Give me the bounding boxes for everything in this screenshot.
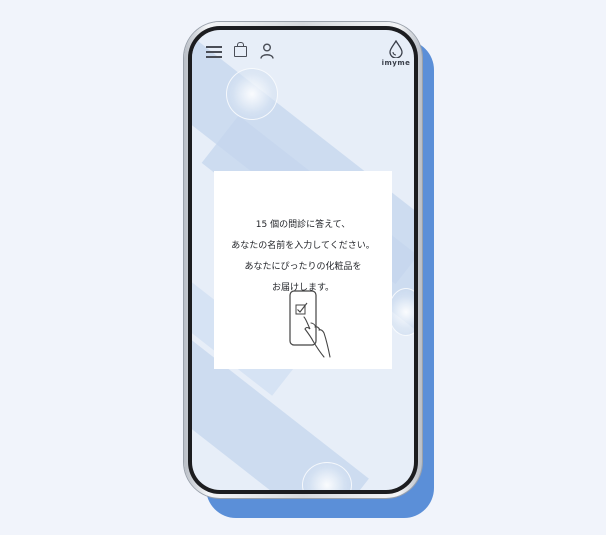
hand-tapping-phone-checkbox-icon xyxy=(289,290,331,358)
phone-screen: imyme 15 個の問診に答えて、 あなたの名前を入力してください。 あなたに… xyxy=(192,30,414,490)
intro-card: 15 個の問診に答えて、 あなたの名前を入力してください。 あなたにぴったりの化… xyxy=(214,171,392,369)
phone-frame: imyme 15 個の問診に答えて、 あなたの名前を入力してください。 あなたに… xyxy=(184,22,422,498)
app-header: imyme xyxy=(192,30,414,70)
intro-line: 15 個の問診に答えて、 xyxy=(255,220,351,230)
intro-message: 15 個の問診に答えて、 あなたの名前を入力してください。 あなたにぴったりの化… xyxy=(214,215,392,299)
brand-logo-text[interactable]: imyme xyxy=(378,59,414,67)
droplet-logo-icon[interactable] xyxy=(388,40,404,58)
phone-bezel: imyme 15 個の問診に答えて、 あなたの名前を入力してください。 あなたに… xyxy=(188,26,418,494)
menu-icon[interactable] xyxy=(206,46,222,58)
intro-line: あなたの名前を入力してください。 xyxy=(231,241,375,251)
user-icon[interactable] xyxy=(260,43,274,59)
intro-line: あなたにぴったりの化粧品を xyxy=(244,262,362,272)
shopping-bag-icon[interactable] xyxy=(234,42,247,57)
water-glass-image xyxy=(226,68,278,120)
